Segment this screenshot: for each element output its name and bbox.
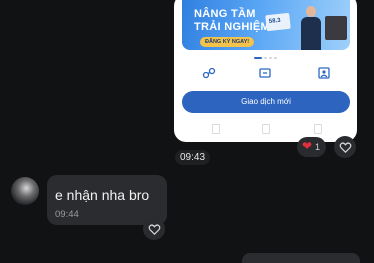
heart-outline-icon [339, 141, 351, 153]
banner-cta: ĐĂNG KÝ NGAY! [200, 37, 255, 47]
add-reaction-button[interactable] [143, 218, 165, 240]
banner-headline-line1: NÂNG TẦM [194, 8, 256, 20]
carousel-indicator [254, 57, 277, 59]
add-reaction-button[interactable] [334, 136, 356, 158]
message-bubble[interactable]: e nhận nha bro 09:44 [47, 175, 167, 225]
transfer-icon [202, 66, 216, 79]
banner-device-graphic [325, 16, 347, 40]
message-timestamp: 09:43 [175, 150, 211, 165]
banner-card-graphic: 58.3 [265, 12, 291, 32]
message-text: e nhận nha bro [55, 187, 150, 203]
shared-screenshot-image[interactable]: NÂNG TẦM TRẢI NGHIỆM ĐĂNG KÝ NGAY! 58.3 … [174, 0, 357, 142]
heart-outline-icon [148, 223, 160, 235]
new-transaction-button: Giao dịch mới [182, 91, 350, 113]
banner-card-text: 58.3 [268, 17, 281, 25]
scan-icon [258, 66, 272, 78]
profile-icon [317, 66, 331, 79]
outgoing-message-bubble[interactable] [242, 253, 360, 263]
promo-banner: NÂNG TẦM TRẢI NGHIỆM ĐĂNG KÝ NGAY! 58.3 [182, 0, 350, 50]
heart-icon: ❤ [302, 139, 313, 153]
banner-person-graphic [300, 6, 322, 50]
banner-headline-line2: TRẢI NGHIỆM [194, 21, 271, 33]
reaction-count: 1 [315, 142, 321, 152]
bottom-nav-graphic [174, 121, 357, 137]
message-time: 09:44 [55, 209, 79, 220]
avatar[interactable] [11, 177, 39, 205]
reaction-pill[interactable]: ❤ 1 [297, 137, 326, 157]
